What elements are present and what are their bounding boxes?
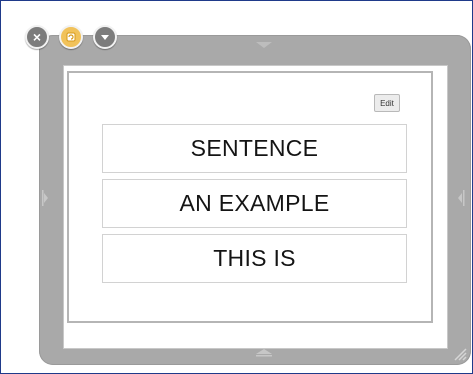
refresh-icon [66, 32, 76, 42]
corner-resize-handle[interactable] [451, 345, 467, 361]
list-item[interactable]: AN EXAMPLE [102, 179, 407, 228]
bottom-drag-handle[interactable] [254, 348, 274, 358]
outer-frame: × Edit SENTENCE AN EXAMPLE THIS IS [0, 0, 473, 374]
top-drag-handle[interactable] [254, 40, 274, 50]
edit-button[interactable]: Edit [374, 94, 400, 112]
right-resize-handle[interactable] [457, 187, 467, 209]
chevron-down-icon [101, 35, 109, 40]
minimize-button[interactable] [93, 25, 117, 49]
list-item[interactable]: THIS IS [102, 234, 407, 283]
list-item[interactable]: SENTENCE [102, 124, 407, 173]
close-icon: × [32, 29, 42, 45]
refresh-button[interactable] [59, 25, 83, 49]
close-button[interactable]: × [25, 25, 49, 49]
left-resize-handle[interactable] [39, 187, 49, 209]
